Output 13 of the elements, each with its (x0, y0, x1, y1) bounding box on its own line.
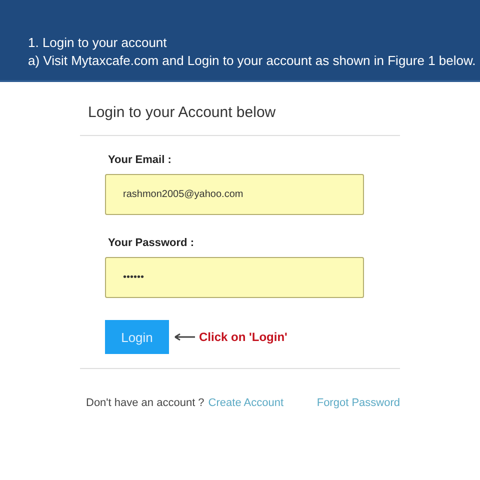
instruction-text: a) Visit Mytaxcafe.com and Login to your account as shown in Figure 1 below. (28, 52, 476, 70)
field-label: Your Password : (108, 237, 194, 249)
arrow-icon (174, 333, 196, 341)
login-button[interactable]: Login (105, 320, 169, 354)
signup-prompt: Don't have an account ? (86, 397, 204, 409)
annotation-text: Click on 'Login' (199, 330, 288, 344)
forgot-password-link[interactable]: Forgot Password (316, 397, 400, 409)
field-label: Your Email : (108, 154, 172, 166)
create-account-link[interactable]: Create Account (208, 397, 284, 409)
instruction-text: 1. Login to your account (28, 34, 167, 52)
form-title: Login to your Account below (88, 104, 276, 121)
input-field[interactable]: rashmon2005@yahoo.com (105, 174, 364, 215)
input-field[interactable]: •••••• (105, 257, 364, 298)
